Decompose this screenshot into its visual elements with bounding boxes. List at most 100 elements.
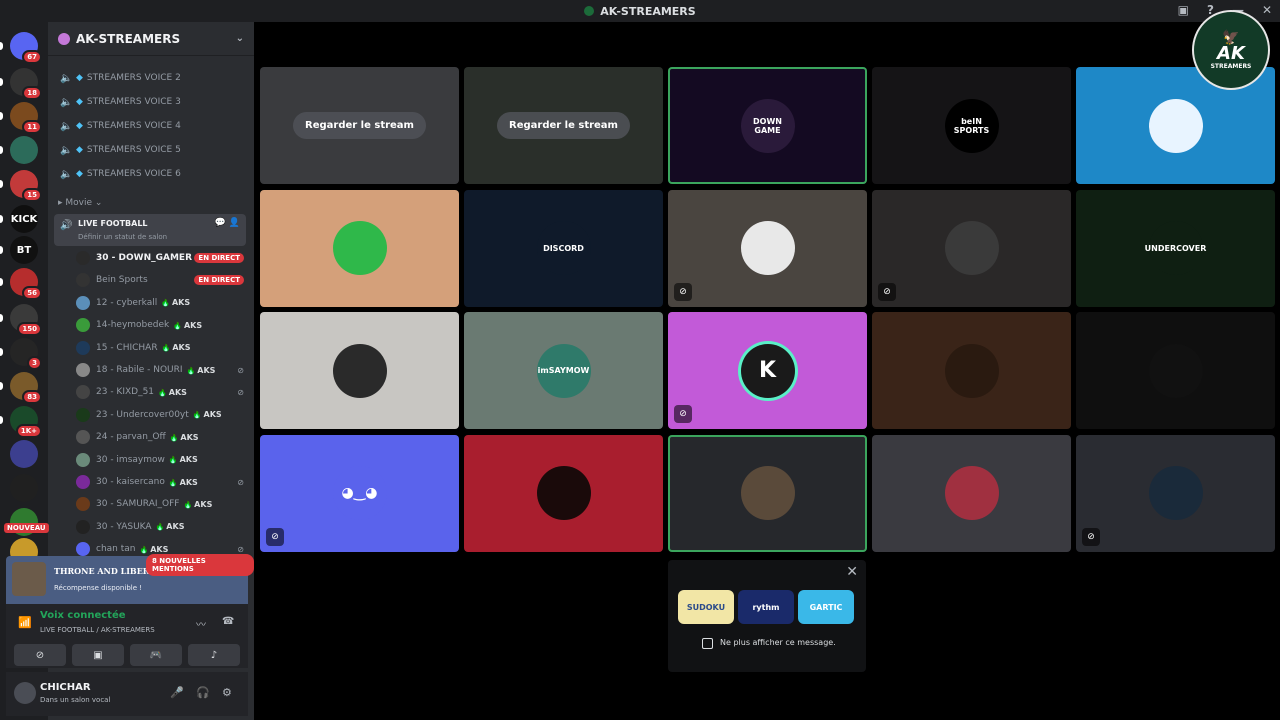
mentions-badge[interactable]: 8 NOUVELLES MENTIONS	[146, 554, 254, 576]
noise-suppression-icon[interactable]: 〰	[196, 616, 206, 631]
participant-tile[interactable]	[872, 434, 1071, 552]
server-icon[interactable]: 83	[10, 372, 42, 404]
voice-user[interactable]: Bein Sports EN DIRECT	[76, 270, 244, 290]
avatar[interactable]	[14, 682, 36, 704]
server-icon[interactable]	[10, 474, 38, 502]
participant-tile[interactable]	[872, 312, 1071, 429]
activity-gartic[interactable]: GARTIC	[798, 590, 854, 624]
server-header[interactable]: AK-STREAMERS ⌄	[48, 22, 254, 56]
folder-icon[interactable]	[10, 440, 38, 468]
voice-channel[interactable]: 🔈 ◆ STREAMERS VOICE 3	[54, 92, 246, 112]
voice-channel[interactable]: 🔈 ◆ STREAMERS VOICE 4	[54, 116, 246, 136]
participant-tile[interactable]: ⊘	[872, 189, 1071, 307]
voice-user[interactable]: 24 - parvan_Off AKS	[76, 427, 244, 447]
user-name: 23 - Undercover00yt	[96, 409, 189, 420]
participant-tile[interactable]: Regarder le stream	[260, 67, 459, 184]
server-icon[interactable]: 18	[10, 68, 42, 100]
speaker-icon: 🔈	[60, 96, 73, 108]
avatar	[76, 452, 90, 467]
participant-tile[interactable]: K ⊘	[668, 312, 867, 429]
channel-live-football[interactable]: 🔊 LIVE FOOTBALL Définir un statut de sal…	[54, 214, 246, 246]
voice-user[interactable]: 30 - imsaymow AKS	[76, 450, 244, 470]
screen-share-button[interactable]: ▣	[72, 644, 124, 666]
activity-button[interactable]: 🎮	[130, 644, 182, 666]
screen-share-icon[interactable]: ▣	[1178, 3, 1189, 17]
server-icon[interactable]: 56	[10, 268, 42, 300]
voice-user[interactable]: 14-heymobedekAKS	[76, 315, 244, 335]
participant-tile[interactable]: beIN SPORTS	[872, 67, 1071, 184]
chevron-down-icon[interactable]: ⌄	[236, 33, 244, 44]
watch-stream-button[interactable]: Regarder le stream	[497, 112, 630, 139]
disconnect-icon[interactable]: ☎	[222, 616, 234, 627]
participant-tile[interactable]	[260, 189, 459, 307]
muted-icon: ⊘	[237, 544, 244, 554]
participant-tile[interactable]: imSAYMOW	[464, 312, 663, 429]
kick-icon[interactable]: KICK	[10, 205, 38, 233]
voice-user[interactable]: 15 - CHICHAR AKS	[76, 338, 244, 358]
voice-channel[interactable]: 🔈 ◆ STREAMERS VOICE 5	[54, 140, 246, 160]
server-icon[interactable]: 15	[10, 170, 42, 202]
microphone-icon[interactable]: 🎤	[170, 686, 184, 699]
channel-name: STREAMERS VOICE 5	[86, 145, 181, 155]
server-icon[interactable]: 150	[10, 304, 42, 336]
server-icon[interactable]: 1K+	[10, 406, 42, 438]
voice-user[interactable]: 30 - YASUKA AKS	[76, 517, 244, 537]
server-icon[interactable]: 11	[10, 102, 42, 134]
voice-panel: 📶 Voix connectée LIVE FOOTBALL / AK-STRE…	[6, 604, 248, 668]
voice-channel[interactable]: LIVE FOOTBALL / AK-STREAMERS	[40, 626, 155, 634]
voice-user[interactable]: 12 - cyberkallAKS	[76, 293, 244, 313]
participant-tile[interactable]	[668, 434, 867, 552]
discord-home-icon[interactable]: 67	[10, 32, 42, 64]
participant-tile[interactable]: Regarder le stream	[464, 67, 663, 184]
video-off-icon: ⊘	[266, 527, 284, 546]
server-icon[interactable]: 3	[10, 338, 42, 370]
server-icon[interactable]: BT	[10, 236, 38, 264]
user-name: 30 - SAMURAI_OFF	[96, 499, 180, 510]
signal-icon[interactable]: 📶	[18, 616, 32, 629]
voice-user[interactable]: 23 - KIXD_51AKS ⊘	[76, 382, 244, 402]
muted-icon: ⊘	[237, 477, 244, 487]
headphones-icon[interactable]: 🎧	[196, 686, 210, 699]
clan-tag: AKS	[158, 388, 187, 397]
soundboard-button[interactable]: ♪	[188, 644, 240, 666]
avatar	[76, 385, 90, 400]
voice-channel[interactable]: 🔈 ◆ STREAMERS VOICE 2	[54, 68, 246, 88]
clan-tag: AKS	[187, 366, 215, 375]
participant-tile[interactable]: ⊘	[1076, 434, 1275, 552]
close-button[interactable]: ✕	[1262, 3, 1272, 17]
avatar	[944, 221, 999, 275]
participant-tile[interactable]: ⊘	[668, 189, 867, 307]
voice-user[interactable]: 18 - Rabile - NOURI AKS ⊘	[76, 360, 244, 380]
participant-tile[interactable]: DOWN GAME	[668, 67, 867, 184]
activity-sudoku[interactable]: SUDOKU	[678, 590, 734, 624]
chat-icon[interactable]: 💬 👤	[215, 218, 240, 228]
voice-user[interactable]: 30 - SAMURAI_OFFAKS	[76, 494, 244, 514]
server-icon[interactable]	[10, 136, 38, 164]
participant-tile[interactable]: UNDERCOVER	[1076, 189, 1275, 307]
server-icon	[584, 6, 595, 16]
voice-channel[interactable]: 🔈 ◆ STREAMERS VOICE 6	[54, 164, 246, 184]
channel-status[interactable]: Définir un statut de salon	[78, 233, 167, 241]
avatar	[76, 430, 90, 445]
participant-tile[interactable]: ◕‿◕ ⊘	[260, 434, 459, 552]
gem-icon: ◆	[76, 145, 83, 155]
participant-tile[interactable]	[260, 312, 459, 429]
dont-show-checkbox[interactable]	[702, 638, 713, 649]
avatar	[332, 221, 387, 275]
participant-tile[interactable]	[464, 434, 663, 552]
voice-user[interactable]: 23 - Undercover00yt AKS	[76, 405, 244, 425]
category-movie[interactable]: ▸ Movie ⌄	[58, 198, 102, 208]
participant-tile[interactable]	[1076, 312, 1275, 429]
settings-icon[interactable]: ⚙	[222, 686, 232, 699]
avatar: DISCORD	[536, 221, 591, 275]
voice-user[interactable]: 30 - kaisercano AKS ⊘	[76, 472, 244, 492]
watch-stream-button[interactable]: Regarder le stream	[293, 112, 426, 139]
voice-user[interactable]: 30 - DOWN_GAMER EN DIRECT	[76, 248, 244, 268]
activity-rythm[interactable]: rythm	[738, 590, 794, 624]
camera-button[interactable]: ⊘	[14, 644, 66, 666]
unread-pill	[0, 314, 3, 322]
participant-tile[interactable]: DISCORD	[464, 189, 663, 307]
close-icon[interactable]: ✕	[846, 564, 858, 580]
unread-badge: 3	[27, 356, 42, 370]
avatar	[76, 251, 90, 265]
